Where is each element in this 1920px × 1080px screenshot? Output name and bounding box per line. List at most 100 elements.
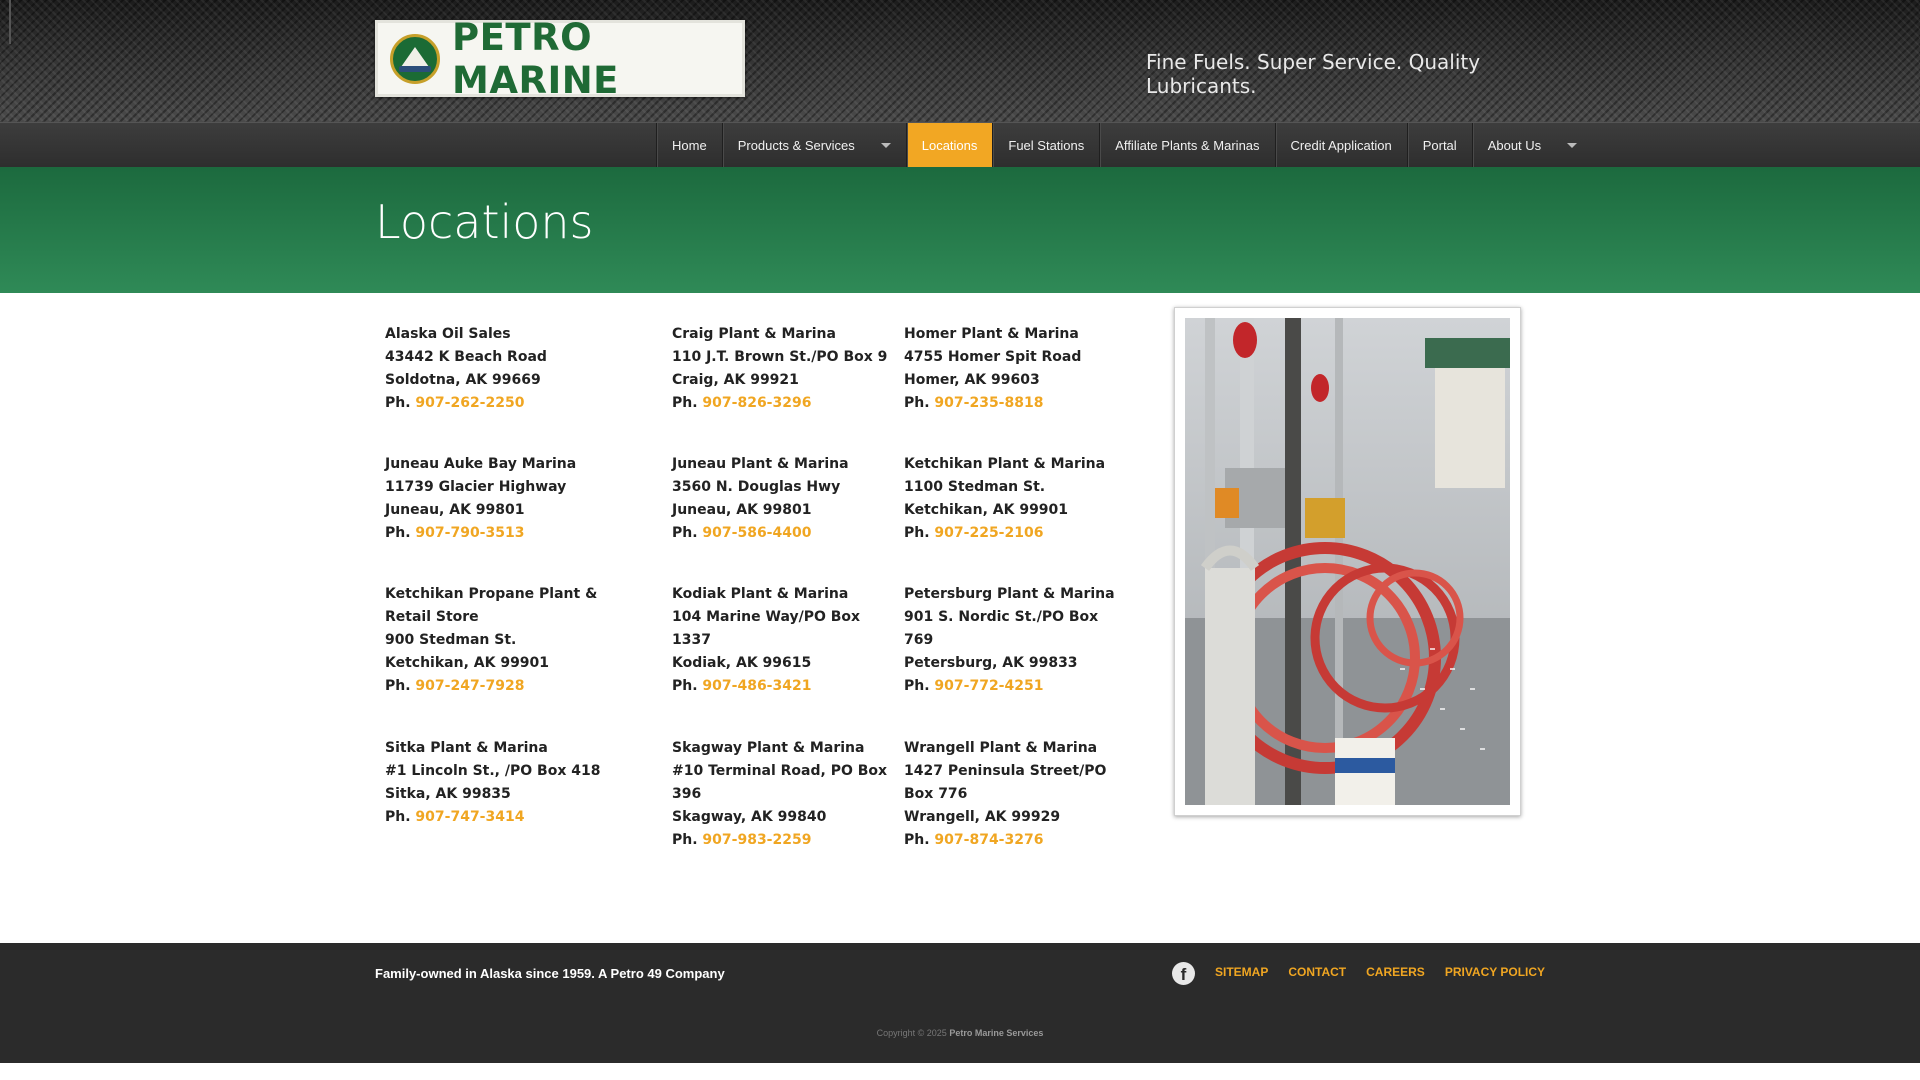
- site-footer: Family-owned in Alaska since 1959. A Pet…: [0, 943, 1920, 1063]
- location-card: Craig Plant & Marina 110 J.T. Brown St./P…: [672, 323, 897, 415]
- nav-item-fuel-stations[interactable]: Fuel Stations: [992, 123, 1099, 168]
- phone-label: Ph.: [672, 525, 698, 541]
- location-city: Ketchikan, AK 99901: [904, 502, 1069, 518]
- location-name: Kodiak Plant & Marina: [672, 586, 849, 602]
- fuel-dock-photo-frame: [1174, 307, 1521, 816]
- location-card: Wrangell Plant & Marina 1427 Peninsula St…: [904, 737, 1129, 852]
- location-name: Sitka Plant & Marina: [385, 740, 548, 756]
- site-logo[interactable]: PETRO MARINE: [375, 16, 745, 102]
- location-phone-line: Ph. 907-225-2106: [904, 522, 1129, 545]
- location-phone-line: Ph. 907-486-3421: [672, 675, 897, 698]
- phone-link[interactable]: 907-790-3513: [415, 525, 524, 541]
- site-tagline: Fine Fuels. Super Service. Quality Lubri…: [1146, 50, 1481, 98]
- chevron-down-icon: [1567, 143, 1578, 148]
- location-phone-line: Ph. 907-262-2250: [385, 392, 635, 415]
- nav-item-label: Portal: [1422, 138, 1457, 153]
- nav-item-about-us[interactable]: About Us: [1471, 123, 1592, 168]
- copyright-company[interactable]: Petro Marine Services: [949, 1028, 1043, 1038]
- phone-link[interactable]: 907-772-4251: [934, 678, 1043, 694]
- phone-link[interactable]: 907-225-2106: [934, 525, 1043, 541]
- phone-label: Ph.: [672, 395, 698, 411]
- copyright-prefix: Copyright © 2025: [876, 1028, 947, 1038]
- location-city: Petersburg, AK 99833: [904, 655, 1078, 671]
- nav-item-label: Credit Application: [1290, 138, 1392, 153]
- location-city: Juneau, AK 99801: [672, 502, 812, 518]
- phone-link[interactable]: 907-247-7928: [415, 678, 524, 694]
- nav-list: Home Products & Services Locations Fuel Sta…: [656, 123, 1592, 168]
- location-address: 110 J.T. Brown St./PO Box 9: [672, 349, 888, 365]
- page-title-band: Locations: [0, 167, 1920, 293]
- nav-item-credit-application[interactable]: Credit Application: [1274, 123, 1407, 168]
- location-city: Ketchikan, AK 99901: [385, 655, 550, 671]
- phone-label: Ph.: [904, 395, 930, 411]
- nav-item-label: About Us: [1487, 138, 1542, 153]
- location-city: Skagway, AK 99840: [672, 809, 827, 825]
- nav-item-label: Fuel Stations: [1008, 138, 1085, 153]
- location-name: Juneau Auke Bay Marina: [385, 456, 577, 472]
- location-address: 1427 Peninsula Street/PO Box 776: [904, 763, 1107, 802]
- main-nav: Home Products & Services Locations Fuel Sta…: [0, 122, 1920, 168]
- location-card: Ketchikan Plant & Marina 1100 Stedman St.…: [904, 453, 1129, 545]
- location-address: 43442 K Beach Road: [385, 349, 547, 365]
- location-address: 1100 Stedman St.: [904, 479, 1046, 495]
- location-card: Petersburg Plant & Marina 901 S. Nordic S…: [904, 583, 1129, 698]
- location-name: Juneau Plant & Marina: [672, 456, 849, 472]
- logo-text: PETRO MARINE: [452, 15, 619, 102]
- fuel-dock-illustration: [1185, 318, 1510, 805]
- location-phone-line: Ph. 907-790-3513: [385, 522, 635, 545]
- phone-link[interactable]: 907-826-3296: [702, 395, 811, 411]
- phone-link[interactable]: 907-586-4400: [702, 525, 811, 541]
- location-name: Petersburg Plant & Marina: [904, 586, 1115, 602]
- chevron-down-icon: [880, 143, 891, 148]
- nav-item-products-services[interactable]: Products & Services: [721, 123, 906, 168]
- footer-link-privacy-policy[interactable]: PRIVACY POLICY: [1445, 965, 1545, 979]
- phone-label: Ph.: [904, 832, 930, 848]
- footer-link-sitemap[interactable]: SITEMAP: [1215, 965, 1268, 979]
- fuel-dock-photo: [1185, 318, 1510, 805]
- location-card: Alaska Oil Sales 43442 K Beach Road Soldot…: [385, 323, 635, 415]
- location-city: Wrangell, AK 99929: [904, 809, 1061, 825]
- page-title: Locations: [375, 195, 594, 249]
- location-phone-line: Ph. 907-874-3276: [904, 829, 1129, 852]
- location-phone-line: Ph. 907-235-8818: [904, 392, 1129, 415]
- footer-links: SITEMAP CONTACT CAREERS PRIVACY POLICY: [1215, 965, 1545, 979]
- footer-link-contact[interactable]: CONTACT: [1288, 965, 1346, 979]
- location-name: Ketchikan Propane Plant & Retail Store: [385, 586, 598, 625]
- location-address: 900 Stedman St.: [385, 632, 517, 648]
- location-card: Skagway Plant & Marina #10 Terminal Road,…: [672, 737, 897, 852]
- facebook-icon[interactable]: f: [1172, 962, 1195, 985]
- location-phone-line: Ph. 907-983-2259: [672, 829, 897, 852]
- phone-link[interactable]: 907-262-2250: [415, 395, 524, 411]
- location-name: Homer Plant & Marina: [904, 326, 1079, 342]
- copyright: Copyright © 2025 Petro Marine Services: [0, 1028, 1920, 1038]
- phone-link[interactable]: 907-486-3421: [702, 678, 811, 694]
- location-address: 901 S. Nordic St./PO Box 769: [904, 609, 1099, 648]
- phone-label: Ph.: [904, 525, 930, 541]
- phone-label: Ph.: [672, 832, 698, 848]
- header-edge-line: [9, 0, 11, 44]
- location-phone-line: Ph. 907-826-3296: [672, 392, 897, 415]
- location-card: Ketchikan Propane Plant & Retail Store 90…: [385, 583, 635, 698]
- nav-item-locations[interactable]: Locations: [905, 123, 993, 168]
- phone-link[interactable]: 907-235-8818: [934, 395, 1043, 411]
- nav-item-label: Home: [672, 138, 707, 153]
- footer-link-careers[interactable]: CAREERS: [1366, 965, 1425, 979]
- phone-label: Ph.: [904, 678, 930, 694]
- phone-link[interactable]: 907-983-2259: [702, 832, 811, 848]
- location-card: Juneau Auke Bay Marina 11739 Glacier High…: [385, 453, 635, 545]
- nav-item-home[interactable]: Home: [656, 123, 722, 168]
- nav-item-portal[interactable]: Portal: [1406, 123, 1472, 168]
- location-address: #1 Lincoln St., /PO Box 418: [385, 763, 601, 779]
- phone-label: Ph.: [385, 678, 411, 694]
- location-card: Sitka Plant & Marina #1 Lincoln St., /PO …: [385, 737, 635, 829]
- site-header: PETRO MARINE Fine Fuels. Super Service. …: [0, 0, 1920, 122]
- location-city: Juneau, AK 99801: [385, 502, 525, 518]
- phone-link[interactable]: 907-747-3414: [415, 809, 524, 825]
- nav-item-affiliate-plants-marinas[interactable]: Affiliate Plants & Marinas: [1099, 123, 1274, 168]
- location-city: Soldotna, AK 99669: [385, 372, 541, 388]
- location-address: 104 Marine Way/PO Box 1337: [672, 609, 861, 648]
- logo-emblem-icon: [390, 33, 440, 84]
- phone-label: Ph.: [385, 395, 411, 411]
- nav-item-label: Locations: [921, 138, 978, 153]
- phone-link[interactable]: 907-874-3276: [934, 832, 1043, 848]
